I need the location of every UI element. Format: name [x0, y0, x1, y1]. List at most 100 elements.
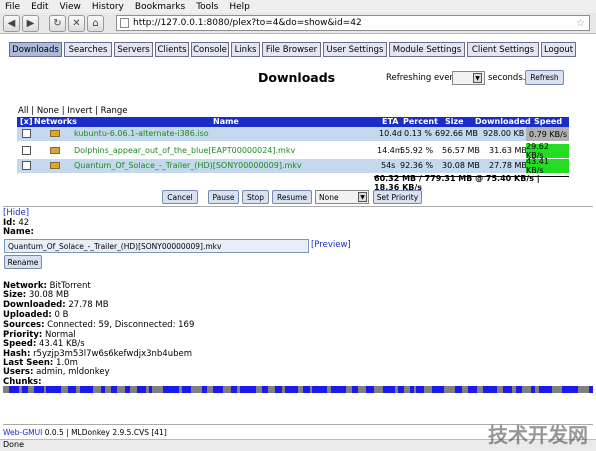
header-select[interactable]: [x] [20, 117, 32, 126]
page-icon [120, 18, 129, 28]
detail-field: Sources: Connected: 59, Disconnected: 16… [3, 320, 194, 330]
folder-icon [50, 162, 60, 169]
forward-button[interactable]: ▶ [22, 14, 39, 32]
header-downloaded[interactable]: Downloaded [475, 117, 531, 126]
menu-file[interactable]: File [5, 2, 20, 12]
action-bar: Cancel Pause Stop Resume None ▼ Set Prio… [0, 190, 596, 205]
url-text: http://127.0.0.1:8080/plex?to=4&do=show&… [133, 18, 362, 28]
home-icon: ⌂ [92, 17, 99, 29]
chunk-segment [432, 386, 444, 393]
row-checkbox[interactable] [22, 129, 31, 138]
row-percent: 92.36 % [400, 161, 434, 170]
bookmark-star-icon[interactable]: ☆ [576, 18, 585, 29]
tab-module-settings[interactable]: Module Settings [389, 42, 465, 57]
url-bar[interactable]: http://127.0.0.1:8080/plex?to=4&do=show&… [116, 15, 590, 31]
field-value: Connected: 59, Disconnected: 169 [47, 320, 195, 330]
row-size: 692.66 MB [435, 129, 478, 138]
select-none-link[interactable]: None [37, 106, 59, 116]
chunk-segment [352, 386, 358, 393]
set-priority-button[interactable]: Set Priority [373, 190, 422, 204]
tab-servers[interactable]: Servers [114, 42, 153, 57]
main-tabs: Downloads Searches Servers Clients Conso… [0, 39, 596, 58]
table-header: [x] Networks Name ETA Percent Size Downl… [17, 117, 569, 127]
pause-button[interactable]: Pause [208, 190, 239, 204]
tab-downloads[interactable]: Downloads [9, 42, 62, 57]
row-size: 30.08 MB [442, 161, 480, 170]
hide-link[interactable]: [Hide] [3, 208, 29, 218]
tab-file-browser[interactable]: File Browser [262, 42, 321, 57]
row-checkbox[interactable] [22, 161, 31, 170]
tab-links[interactable]: Links [231, 42, 260, 57]
field-value: 43.41 KB/s [38, 339, 85, 349]
menu-bookmarks[interactable]: Bookmarks [135, 2, 185, 12]
reload-button[interactable]: ↻ [49, 14, 66, 32]
row-checkbox[interactable] [22, 146, 31, 155]
chunk-segment [240, 386, 256, 393]
table-row[interactable]: kubuntu-6.06.1-alternate-i386.iso 10.4d … [17, 127, 569, 141]
chunk-segment [202, 386, 207, 393]
cancel-button[interactable]: Cancel [162, 190, 198, 204]
chunks-bar [3, 386, 593, 393]
footer-link[interactable]: Web-GMUI [3, 428, 42, 437]
resume-button[interactable]: Resume [272, 190, 312, 204]
row-speed: 43.41 KB/s [526, 157, 569, 175]
chunk-segment [182, 386, 191, 393]
chunk-segment [366, 386, 374, 393]
tab-client-settings[interactable]: Client Settings [467, 42, 539, 57]
back-button[interactable]: ◀ [3, 14, 20, 32]
navigation-toolbar: ◀ ▶ ↻ ✕ ⌂ http://127.0.0.1:8080/plex?to=… [0, 13, 596, 34]
rename-button[interactable]: Rename [4, 255, 42, 269]
header-speed[interactable]: Speed [534, 117, 562, 126]
select-range-link[interactable]: Range [101, 106, 128, 116]
header-name[interactable]: Name [213, 117, 239, 126]
menu-view[interactable]: View [60, 2, 81, 12]
tab-searches[interactable]: Searches [64, 42, 112, 57]
chunk-segment [149, 386, 152, 393]
rename-input[interactable]: Quantum_Of_Solace_-_Trailer_(HD)[SONY000… [4, 239, 309, 253]
row-percent: 55.92 % [400, 146, 434, 155]
tab-console[interactable]: Console [191, 42, 229, 57]
chunk-segment [34, 386, 44, 393]
tab-logout[interactable]: Logout [541, 42, 576, 57]
hide-link-text[interactable]: [Hide] [3, 208, 29, 218]
row-downloaded: 31.63 MB [489, 146, 527, 155]
priority-select[interactable]: None ▼ [315, 190, 369, 204]
tab-user-settings[interactable]: User Settings [323, 42, 387, 57]
refresh-interval-select[interactable]: ▼ [452, 71, 485, 85]
page-title: Downloads [258, 70, 336, 85]
chunk-segment [125, 386, 130, 393]
select-all-link[interactable]: All [18, 106, 29, 116]
home-button[interactable]: ⌂ [87, 14, 104, 32]
field-label: Downloaded: [3, 300, 66, 310]
selection-links: All | None | Invert | Range [18, 106, 128, 116]
menu-tools[interactable]: Tools [196, 2, 218, 12]
chunk-segment [285, 386, 298, 393]
field-label: Size: [3, 290, 27, 300]
row-name[interactable]: kubuntu-6.06.1-alternate-i386.iso [74, 129, 209, 138]
table-row[interactable]: Quantum_Of_Solace_-_Trailer_(HD)[SONY000… [17, 157, 569, 175]
header-percent[interactable]: Percent [403, 117, 438, 126]
row-name[interactable]: Dolphins_appear_out_of_the_blue[EAPT0000… [74, 146, 295, 155]
menu-edit[interactable]: Edit [31, 2, 48, 12]
field-label: Users: [3, 367, 34, 377]
stop-button[interactable]: ✕ [68, 14, 85, 32]
preview-link[interactable]: [Preview] [311, 240, 351, 250]
stop-download-button[interactable]: Stop [242, 190, 269, 204]
header-size[interactable]: Size [445, 117, 464, 126]
tab-clients[interactable]: Clients [155, 42, 189, 57]
menu-help[interactable]: Help [229, 2, 250, 12]
table-row[interactable]: Dolphins_appear_out_of_the_blue[EAPT0000… [17, 142, 569, 160]
chunk-segment [398, 386, 404, 393]
preview-link-text[interactable]: [Preview] [311, 240, 351, 250]
select-invert-link[interactable]: Invert [67, 106, 92, 116]
row-eta: 10.4d [379, 129, 402, 138]
header-networks[interactable]: Networks [34, 117, 77, 126]
row-downloaded: 27.78 MB [489, 161, 527, 170]
header-eta[interactable]: ETA [382, 117, 399, 126]
chunk-segment [231, 386, 237, 393]
detail-field: Uploaded: 0 B [3, 310, 68, 320]
menu-history[interactable]: History [92, 2, 124, 12]
row-name[interactable]: Quantum_Of_Solace_-_Trailer_(HD)[SONY000… [74, 161, 302, 170]
row-eta: 54s [381, 161, 396, 170]
refresh-button[interactable]: Refresh [525, 70, 564, 85]
